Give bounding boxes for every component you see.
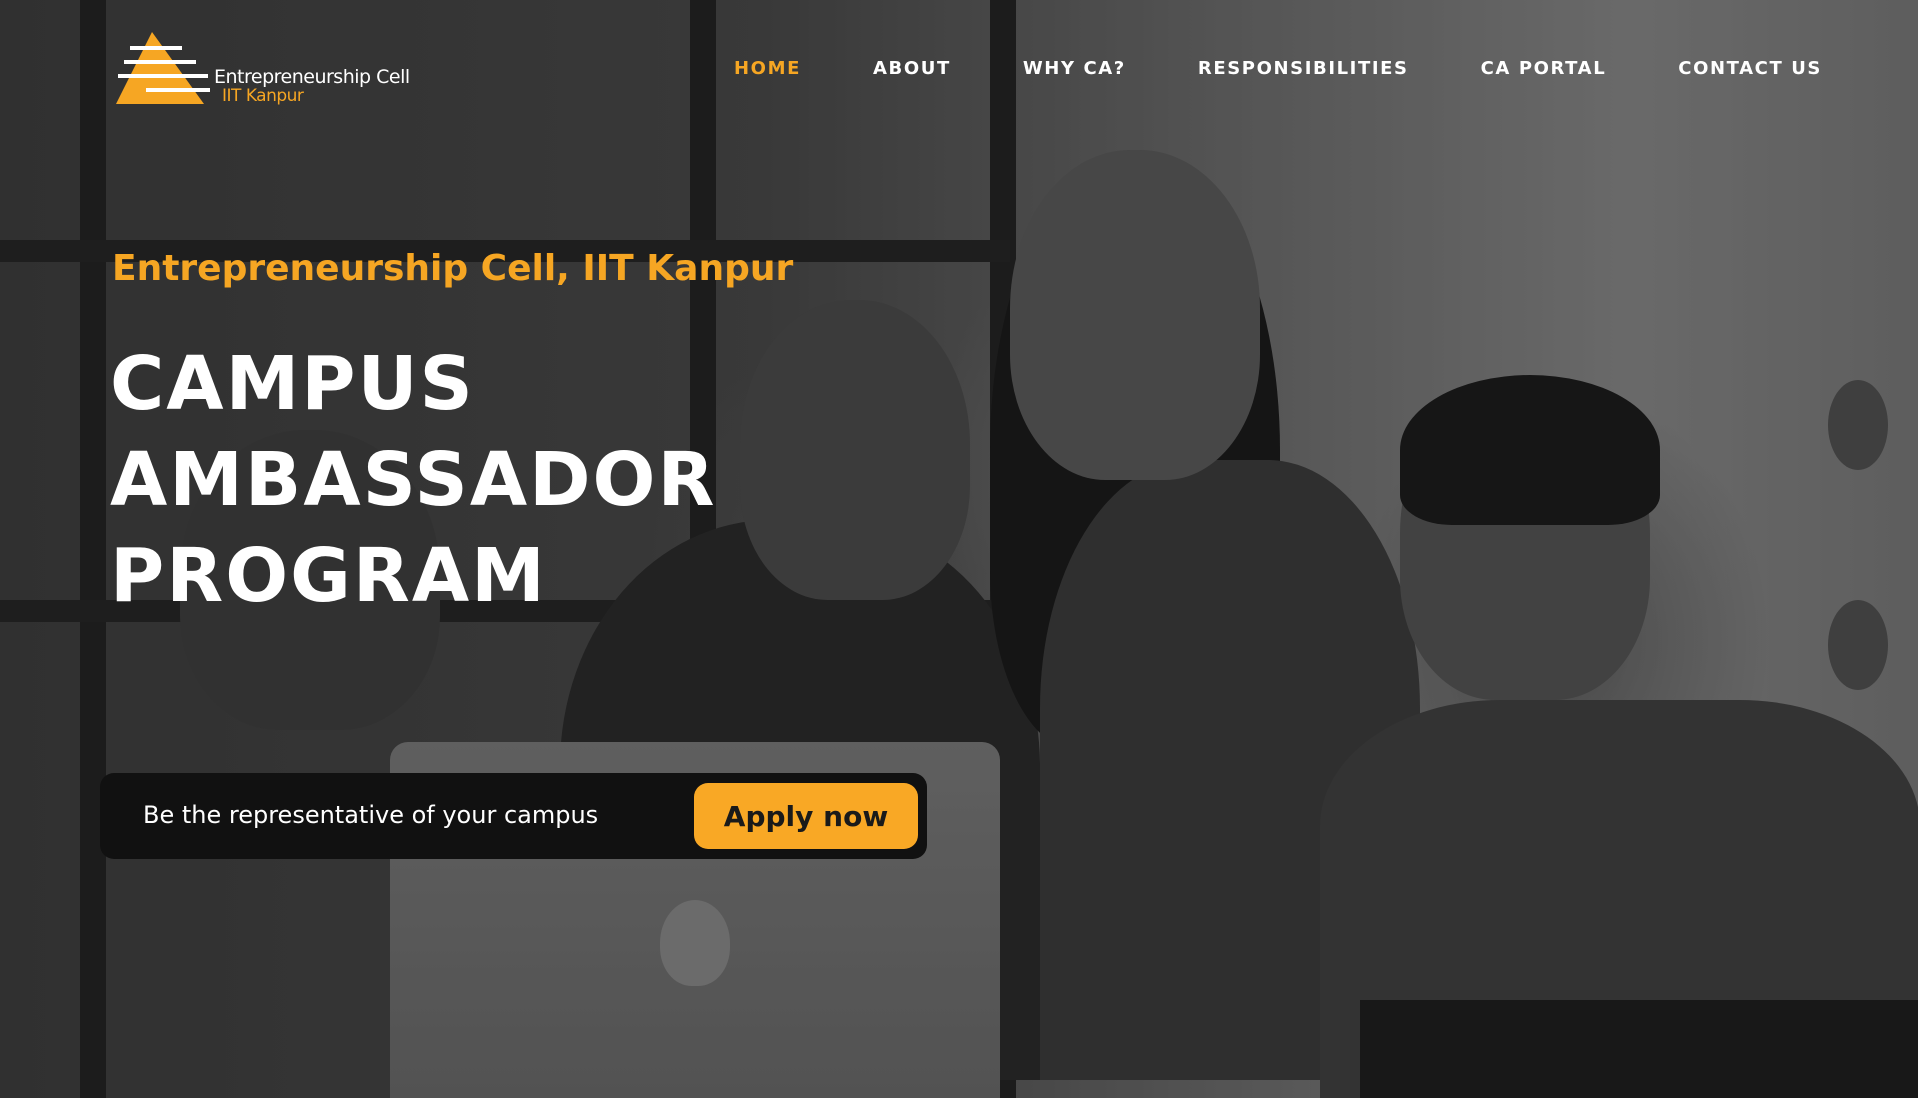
nav-ca-portal[interactable]: CA PORTAL bbox=[1481, 58, 1607, 79]
cta-text: Be the representative of your campus bbox=[143, 801, 599, 829]
pyramid-logo-icon bbox=[116, 32, 210, 104]
headline-line: CAMPUS bbox=[110, 341, 475, 427]
apply-now-button[interactable]: Apply now bbox=[694, 783, 918, 849]
nav-contact-us[interactable]: CONTACT US bbox=[1678, 58, 1822, 79]
headline-line: PROGRAM bbox=[110, 533, 547, 619]
hero-headline: CAMPUS AMBASSADOR PROGRAM bbox=[110, 336, 716, 624]
main-nav: HOME ABOUT WHY CA? RESPONSIBILITIES CA P… bbox=[662, 58, 1822, 79]
nav-why-ca[interactable]: WHY CA? bbox=[1023, 58, 1126, 79]
nav-home[interactable]: HOME bbox=[734, 58, 801, 79]
logo-title: Entrepreneurship Cell bbox=[214, 66, 410, 88]
nav-about[interactable]: ABOUT bbox=[873, 58, 951, 79]
ecell-logo[interactable]: Entrepreneurship Cell IIT Kanpur bbox=[116, 32, 410, 108]
hero-tagline: Entrepreneurship Cell, IIT Kanpur bbox=[112, 248, 794, 289]
headline-line: AMBASSADOR bbox=[110, 437, 717, 523]
cta-bar: Be the representative of your campus App… bbox=[100, 773, 927, 859]
nav-responsibilities[interactable]: RESPONSIBILITIES bbox=[1198, 58, 1409, 79]
logo-subtitle: IIT Kanpur bbox=[222, 86, 304, 106]
hero-section: Entrepreneurship Cell IIT Kanpur HOME AB… bbox=[0, 0, 1918, 1098]
